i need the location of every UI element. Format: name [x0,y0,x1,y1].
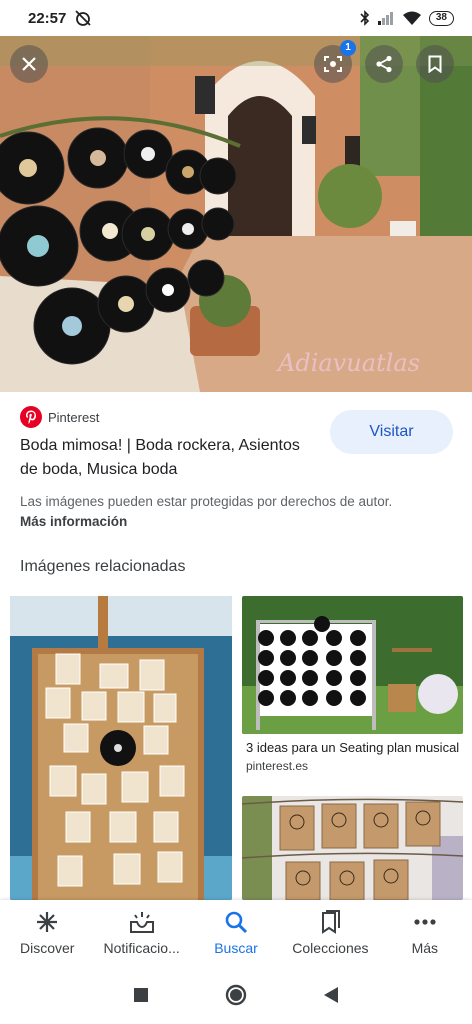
vinyl-wall-image [242,596,463,734]
copyright-text: Las imágenes pueden estar protegidas por… [20,494,393,509]
close-button[interactable] [10,45,48,83]
nav-notifications-label: Notificacio... [103,940,180,956]
nav-more-label: Más [411,940,439,956]
lens-button[interactable]: 1 [314,40,356,83]
main-image[interactable]: Adiavuatlas 1 [0,36,472,392]
status-time: 22:57 [28,9,67,27]
share-icon [376,55,392,73]
wifi-icon [402,11,421,25]
status-bar: 22:57 38 [0,0,472,36]
related-caption[interactable]: 3 ideas para un Seating plan musical [246,740,466,755]
signal-icon [377,12,393,25]
watermark: Adiavuatlas [276,349,420,377]
source-name: Pinterest [48,409,100,425]
nav-search[interactable]: Buscar [189,900,283,966]
related-image-vinyl-wall[interactable] [242,596,463,734]
lens-badge: 1 [340,40,356,56]
bookmark-icon [428,55,442,73]
nav-collections[interactable]: Colecciones [283,900,377,966]
asterisk-icon [37,912,58,932]
inbox-icon [129,912,154,933]
collections-icon [322,910,341,934]
alarm-off-icon [75,10,92,26]
pinterest-logo-icon [20,406,42,428]
bluetooth-icon [360,10,370,26]
nav-notifications[interactable]: Notificacio... [94,900,188,966]
search-icon [225,911,248,934]
related-image-corkboard[interactable] [10,596,232,900]
battery-indicator: 38 [428,10,454,26]
related-images-heading: Imágenes relacionadas [20,558,186,575]
more-info-link[interactable]: Más información [20,514,127,529]
corkboard-image [10,596,232,900]
close-icon [22,57,36,71]
nav-discover-label: Discover [19,940,75,956]
bottom-navigation: Discover Notificacio... Buscar Coleccion… [0,900,472,966]
nav-search-label: Buscar [214,940,258,956]
hanging-tags-image [242,796,463,900]
save-bookmark-button[interactable] [416,45,454,83]
home-icon[interactable] [225,984,247,1006]
more-dots-icon [414,919,436,925]
recent-apps-icon[interactable] [133,987,149,1003]
wedding-vinyl-image: Adiavuatlas [0,36,472,392]
lens-icon [324,56,342,72]
visit-button[interactable]: Visitar [330,410,453,454]
source-row[interactable]: Pinterest [20,406,99,428]
related-image-tags[interactable] [242,796,463,900]
back-icon[interactable] [323,986,339,1004]
share-button[interactable] [365,45,403,83]
nav-collections-label: Colecciones [292,940,369,956]
nav-more[interactable]: Más [378,900,472,966]
nav-discover[interactable]: Discover [0,900,94,966]
related-caption-source: pinterest.es [246,759,309,773]
result-title[interactable]: Boda mimosa! | Boda rockera, Asientos de… [20,434,310,482]
copyright-notice: Las imágenes pueden estar protegidas por… [20,492,420,532]
system-navigation-bar [0,966,472,1024]
